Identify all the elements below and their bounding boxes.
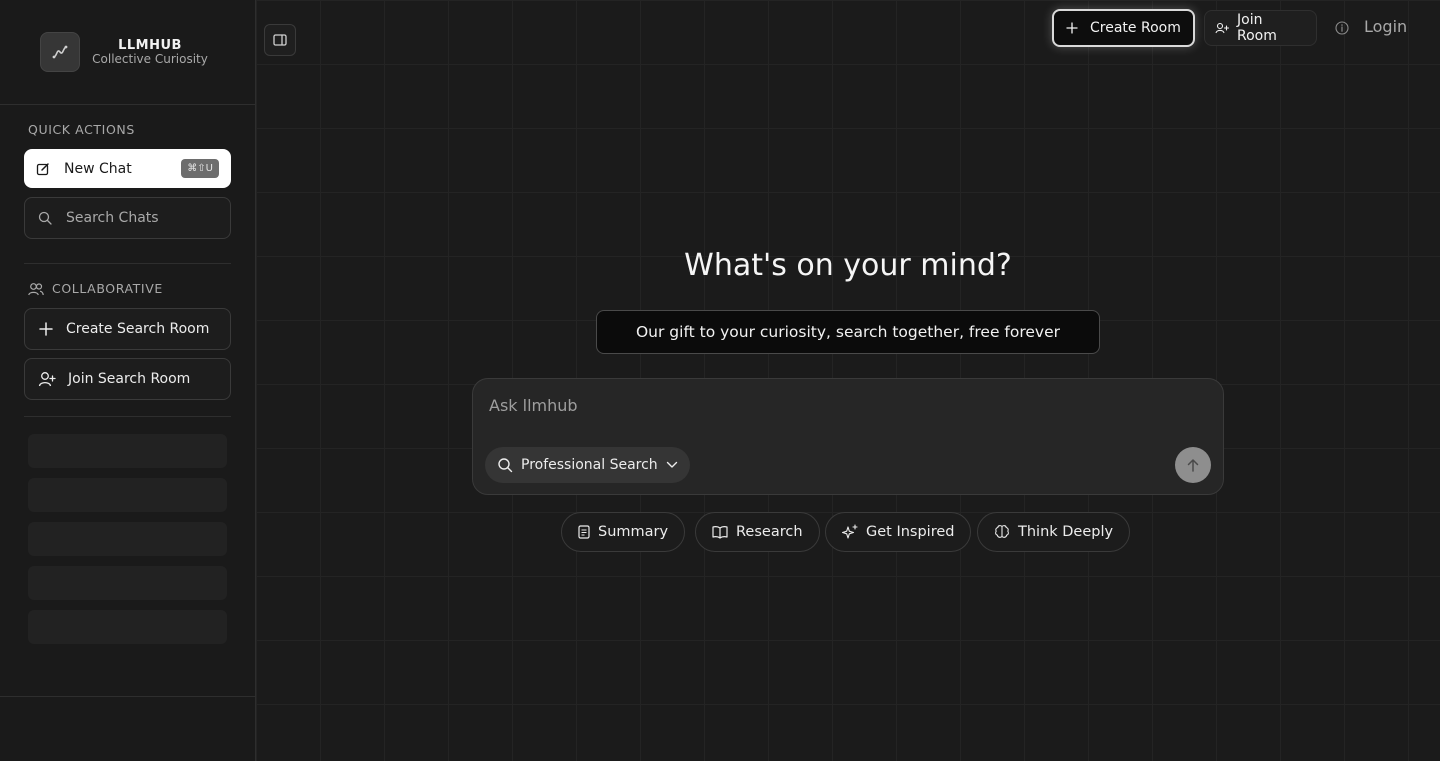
create-search-room-label: Create Search Room bbox=[66, 321, 210, 337]
chip-label: Think Deeply bbox=[1018, 524, 1114, 540]
search-chats-button[interactable]: Search Chats bbox=[24, 197, 231, 239]
app-root: LLMHUB Collective Curiosity QUICK ACTION… bbox=[0, 0, 1440, 761]
collaborative-heading: COLLABORATIVE bbox=[28, 281, 163, 296]
brain-icon bbox=[994, 524, 1010, 540]
sidebar-footer-divider bbox=[0, 696, 255, 697]
send-button[interactable] bbox=[1175, 447, 1211, 483]
user-plus-icon bbox=[38, 371, 56, 387]
chip-think-deeply[interactable]: Think Deeply bbox=[977, 512, 1131, 552]
chip-get-inspired[interactable]: Get Inspired bbox=[825, 512, 972, 552]
plus-icon bbox=[38, 321, 54, 337]
brand-header: LLMHUB Collective Curiosity bbox=[0, 0, 255, 105]
search-chats-label: Search Chats bbox=[66, 210, 159, 226]
page-headline: What's on your mind? bbox=[684, 248, 1012, 283]
chip-label: Get Inspired bbox=[866, 524, 955, 540]
users-icon bbox=[28, 282, 44, 296]
chip-research[interactable]: Research bbox=[695, 512, 820, 552]
login-link[interactable]: Login bbox=[1364, 17, 1407, 36]
sidebar-divider bbox=[24, 263, 231, 264]
chip-label: Research bbox=[736, 524, 803, 540]
ask-box: Professional Search bbox=[472, 378, 1224, 495]
main-area: Create Room Join Room Login What's on yo… bbox=[256, 0, 1440, 761]
plus-icon bbox=[1066, 22, 1078, 34]
new-chat-shortcut: ⌘⇧U bbox=[181, 159, 219, 178]
brand-tagline: Collective Curiosity bbox=[92, 52, 208, 66]
sidebar-toggle-button[interactable] bbox=[264, 24, 296, 56]
header-create-room-button[interactable]: Create Room bbox=[1052, 9, 1195, 47]
chat-history-placeholder bbox=[28, 478, 227, 512]
document-icon bbox=[578, 525, 590, 539]
search-icon bbox=[38, 211, 52, 225]
join-search-room-button[interactable]: Join Search Room bbox=[24, 358, 231, 400]
brand-name: LLMHUB bbox=[118, 38, 182, 53]
new-chat-button[interactable]: New Chat ⌘⇧U bbox=[24, 149, 231, 188]
search-icon bbox=[497, 457, 513, 473]
search-mode-label: Professional Search bbox=[521, 457, 658, 473]
brand-logo-icon[interactable] bbox=[40, 32, 80, 72]
info-icon[interactable] bbox=[1334, 20, 1350, 36]
book-open-icon bbox=[712, 525, 728, 539]
chat-history-placeholder bbox=[28, 522, 227, 556]
sidebar-divider bbox=[24, 416, 231, 417]
chevron-down-icon bbox=[666, 461, 678, 469]
chat-history-placeholder bbox=[28, 610, 227, 644]
sparkles-icon bbox=[842, 524, 858, 540]
header-join-room-label: Join Room bbox=[1237, 12, 1277, 44]
join-search-room-label: Join Search Room bbox=[68, 371, 191, 387]
ask-input[interactable] bbox=[489, 393, 1189, 417]
tagline-banner: Our gift to your curiosity, search toget… bbox=[596, 310, 1100, 354]
chip-label: Summary bbox=[598, 524, 669, 540]
edit-icon bbox=[36, 162, 50, 176]
create-search-room-button[interactable]: Create Search Room bbox=[24, 308, 231, 350]
chip-summary[interactable]: Summary bbox=[561, 512, 686, 552]
chat-history-placeholder bbox=[28, 434, 227, 468]
chat-history-placeholder bbox=[28, 566, 227, 600]
search-mode-select[interactable]: Professional Search bbox=[485, 447, 690, 483]
user-plus-icon bbox=[1215, 22, 1229, 34]
header-create-room-label: Create Room bbox=[1090, 20, 1181, 36]
sidebar: LLMHUB Collective Curiosity QUICK ACTION… bbox=[0, 0, 256, 761]
sidebar-panel-icon bbox=[273, 34, 287, 46]
quick-actions-heading: QUICK ACTIONS bbox=[28, 122, 135, 137]
collaborative-label: COLLABORATIVE bbox=[52, 281, 163, 296]
arrow-up-icon bbox=[1187, 458, 1199, 472]
header-join-room-button[interactable]: Join Room bbox=[1204, 10, 1317, 46]
quick-actions-label: QUICK ACTIONS bbox=[28, 122, 135, 137]
new-chat-label: New Chat bbox=[64, 160, 132, 177]
